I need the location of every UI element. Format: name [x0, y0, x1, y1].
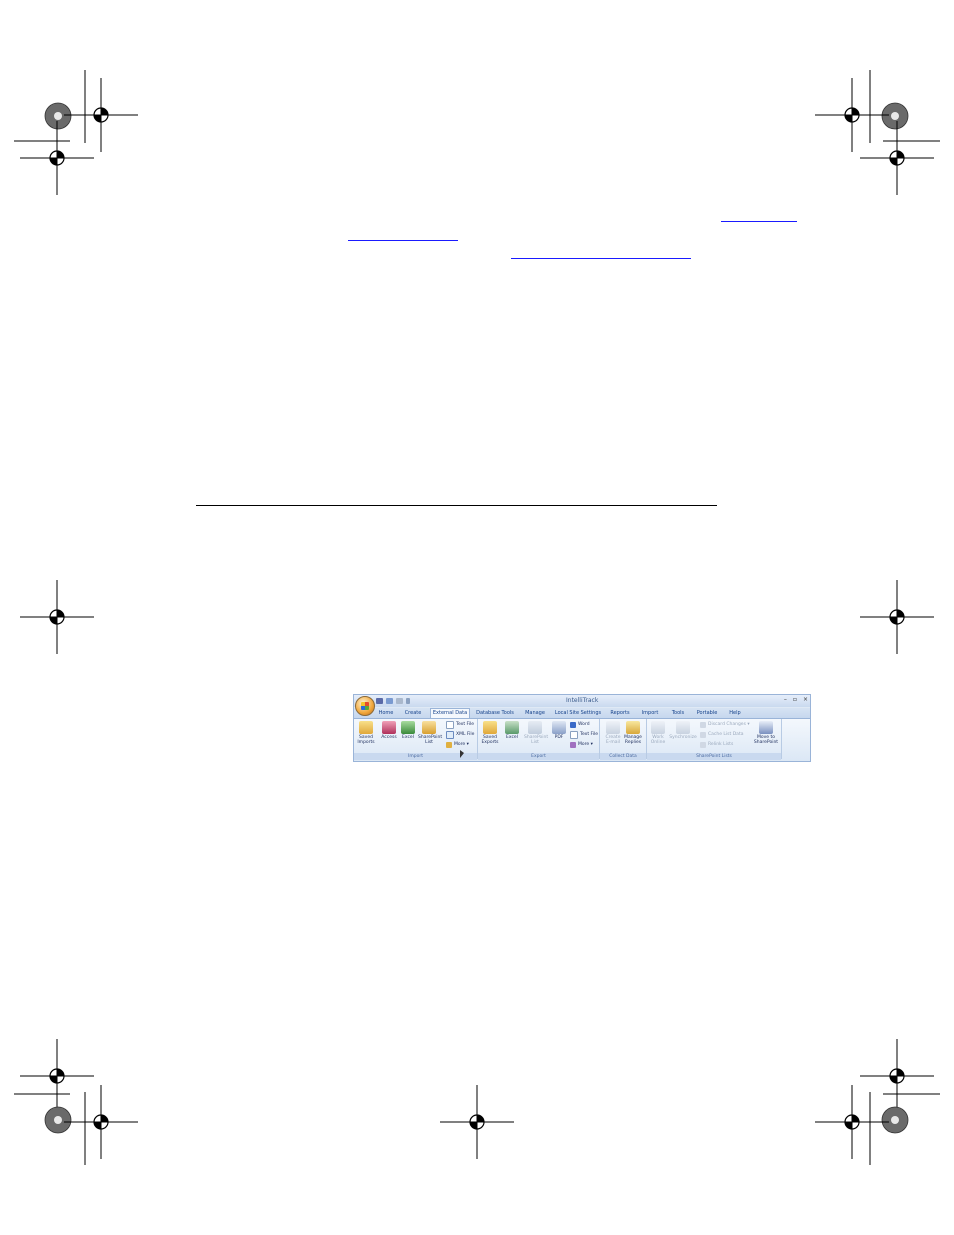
tab-portable[interactable]: Portable [694, 709, 720, 718]
hyperlink-underline[interactable] [348, 240, 458, 241]
create-email-icon [606, 721, 620, 734]
discard-changes-button[interactable]: Discard Changes ▾ [700, 721, 750, 729]
manage-replies-button[interactable]: Manage Replies [622, 721, 644, 745]
tab-reports[interactable]: Reports [608, 709, 632, 718]
section-divider [196, 505, 717, 506]
sharepoint-icon [422, 721, 436, 734]
import-more-button[interactable]: More ▾ [446, 741, 469, 749]
customize-icon[interactable] [406, 698, 410, 704]
excel-icon [401, 721, 415, 734]
create-email-button[interactable]: Create E-mail [602, 721, 624, 745]
export-word-button[interactable]: Word [570, 721, 590, 729]
export-sharepoint-list-button[interactable]: SharePoint List [524, 721, 548, 745]
xml-file-icon [446, 731, 454, 739]
app-title: IntelliTrack [566, 697, 599, 704]
tab-manage[interactable]: Manage [522, 709, 548, 718]
text-file-icon [446, 721, 454, 729]
window-controls: – ▫ × [784, 696, 808, 703]
more-icon [446, 742, 452, 748]
group-label-import: Import [354, 753, 477, 760]
tab-import[interactable]: Import [638, 709, 662, 718]
import-excel-button[interactable]: Excel [397, 721, 419, 740]
maximize-button[interactable]: ▫ [793, 696, 797, 703]
crop-marks [14, 70, 940, 1165]
import-text-file-button[interactable]: Text File [446, 721, 474, 729]
access-icon [382, 721, 396, 734]
tab-help[interactable]: Help [725, 709, 745, 718]
relink-lists-icon [700, 742, 706, 748]
mouse-cursor-icon [460, 750, 464, 758]
hyperlink-underline[interactable] [721, 221, 797, 222]
discard-changes-icon [700, 722, 706, 728]
tab-home[interactable]: Home [376, 709, 396, 718]
export-excel-button[interactable]: Excel [501, 721, 523, 740]
tab-create[interactable]: Create [402, 709, 424, 718]
saved-exports-icon [483, 721, 497, 734]
import-sharepoint-list-button[interactable]: SharePoint List [418, 721, 442, 745]
work-online-button[interactable]: Work Online [647, 721, 669, 745]
export-pdf-button[interactable]: PDF [548, 721, 570, 740]
more-icon [570, 742, 576, 748]
save-icon[interactable] [376, 698, 383, 704]
export-text-file-button[interactable]: Text File [570, 731, 598, 739]
import-xml-file-button[interactable]: XML File [446, 731, 474, 739]
word-icon [570, 722, 576, 728]
pdf-icon [552, 721, 566, 734]
group-label-sharepoint-lists: SharePoint Lists [647, 753, 781, 760]
redo-icon[interactable] [396, 698, 403, 704]
group-label-export: Export [478, 753, 599, 760]
move-to-sharepoint-icon [759, 721, 773, 734]
sharepoint-icon [528, 721, 542, 734]
cache-list-data-icon [700, 732, 706, 738]
work-online-icon [651, 721, 665, 734]
tab-local-site-settings[interactable]: Local Site Settings [554, 709, 602, 718]
relink-lists-button[interactable]: Relink Lists [700, 741, 733, 749]
text-file-icon [570, 731, 578, 739]
export-more-button[interactable]: More ▾ [570, 741, 593, 749]
tab-tools[interactable]: Tools [667, 709, 689, 718]
cache-list-data-button[interactable]: Cache List Data [700, 731, 743, 739]
office-button[interactable] [355, 696, 375, 716]
tab-database-tools[interactable]: Database Tools [474, 709, 516, 718]
synchronize-button[interactable]: Synchronize [668, 721, 698, 740]
quick-access-toolbar [376, 697, 410, 705]
group-separator [781, 719, 782, 759]
saved-imports-icon [359, 721, 373, 734]
undo-icon[interactable] [386, 698, 393, 704]
ribbon-screenshot: IntelliTrack – ▫ × Home Create External … [353, 694, 811, 762]
tab-bar: Home Create External Data Database Tools… [354, 708, 810, 719]
saved-exports-button[interactable]: Saved Exports [479, 721, 501, 745]
excel-icon [505, 721, 519, 734]
close-button[interactable]: × [803, 696, 808, 703]
move-to-sharepoint-button[interactable]: Move to SharePoint [752, 721, 780, 745]
hyperlink-underline[interactable] [511, 258, 691, 259]
manage-replies-icon [626, 721, 640, 734]
group-label-collect-data: Collect Data [600, 753, 646, 760]
saved-imports-button[interactable]: Saved Imports [355, 721, 377, 745]
minimize-button[interactable]: – [784, 696, 787, 703]
synchronize-icon [676, 721, 690, 734]
